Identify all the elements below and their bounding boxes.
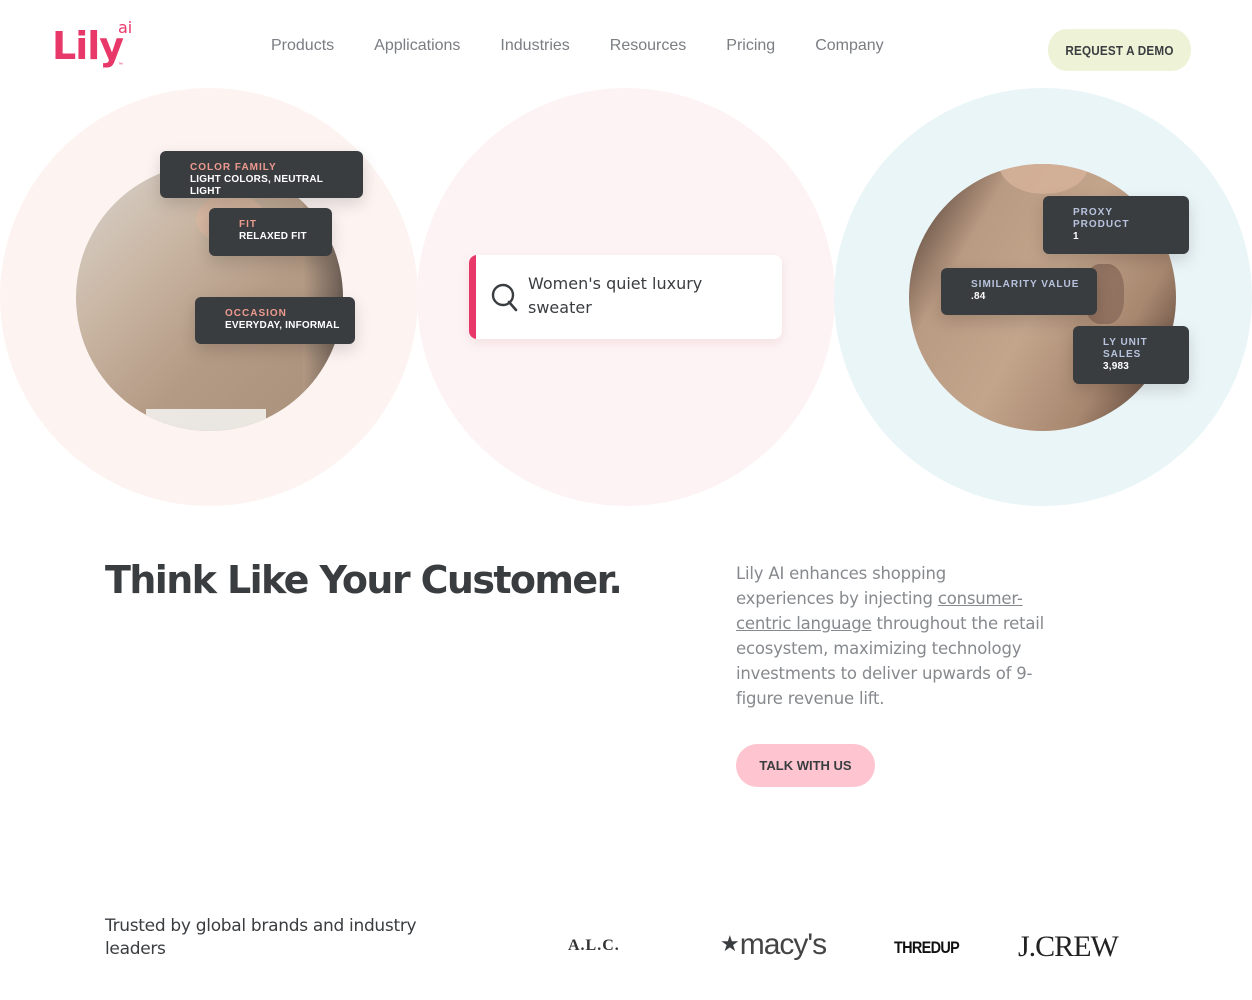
tag-key: PROXY PRODUCT [1073,207,1130,230]
brand-logo-jcrew: J.CREW [1018,930,1119,963]
brand-name: macy's [739,928,827,961]
brand-logo-thredup: THREDUP [894,938,960,957]
tag-value: EVERYDAY, INFORMAL [225,320,340,331]
nav-resources[interactable]: Resources [610,37,686,55]
metric-tag-similarity-value: SIMILARITY VALUE .84 [941,268,1097,315]
tag-value: LIGHT COLORS, NEUTRAL LIGHT [190,174,323,197]
search-icon [491,283,518,312]
logo-superscript: ai [118,18,133,37]
attribute-tag-fit: FIT RELAXED FIT [209,208,332,256]
attribute-tag-color-family: COLOR FAMILY LIGHT COLORS, NEUTRAL LIGHT [160,151,363,198]
page-headline: Think Like Your Customer. [105,558,623,602]
talk-with-us-button[interactable]: TALK WITH US [736,744,875,787]
search-query-card: Women's quiet luxury sweater [469,255,782,339]
tag-value: .84 [971,291,986,302]
tag-value: 3,983 [1103,361,1130,372]
nav-products[interactable]: Products [271,37,334,55]
tag-value: 1 [1073,231,1079,242]
tag-value: RELAXED FIT [239,231,307,242]
brand-logo-macys: ★macy's [720,928,827,962]
nav-industries[interactable]: Industries [500,37,569,55]
tag-key: LY UNIT SALES [1103,337,1148,360]
metric-tag-ly-unit-sales: LY UNIT SALES 3,983 [1073,326,1189,384]
photo-detail-neck [999,164,1089,194]
nav-pricing[interactable]: Pricing [726,37,775,55]
star-icon: ★ [720,931,740,956]
logo-wordmark: Lily [52,24,124,68]
logo-trademark: ™ [118,62,123,68]
trusted-by-label: Trusted by global brands and industry le… [105,916,417,959]
lily-ai-logo[interactable]: Lily ai ™ [52,18,142,72]
tag-key: COLOR FAMILY [190,162,277,173]
request-demo-button[interactable]: REQUEST A DEMO [1047,29,1192,71]
search-query-text: Women's quiet luxury sweater [528,274,703,317]
nav-applications[interactable]: Applications [374,37,460,55]
search-accent-bar [469,255,476,339]
nav-company[interactable]: Company [815,37,883,55]
main-nav: Products Applications Industries Resourc… [271,37,924,55]
brand-logo-alc: A.L.C. [568,937,620,954]
intro-text-before: Lily AI enhances shopping experiences by… [736,564,947,608]
tag-key: FIT [239,219,257,230]
photo-detail-pants [146,409,266,431]
attribute-tag-occasion: OCCASION EVERYDAY, INFORMAL [195,297,355,344]
tag-key: SIMILARITY VALUE [971,279,1080,290]
tag-key: OCCASION [225,308,287,319]
intro-paragraph: Lily AI enhances shopping experiences by… [736,561,1046,711]
metric-tag-proxy-product: PROXY PRODUCT 1 [1043,196,1189,254]
